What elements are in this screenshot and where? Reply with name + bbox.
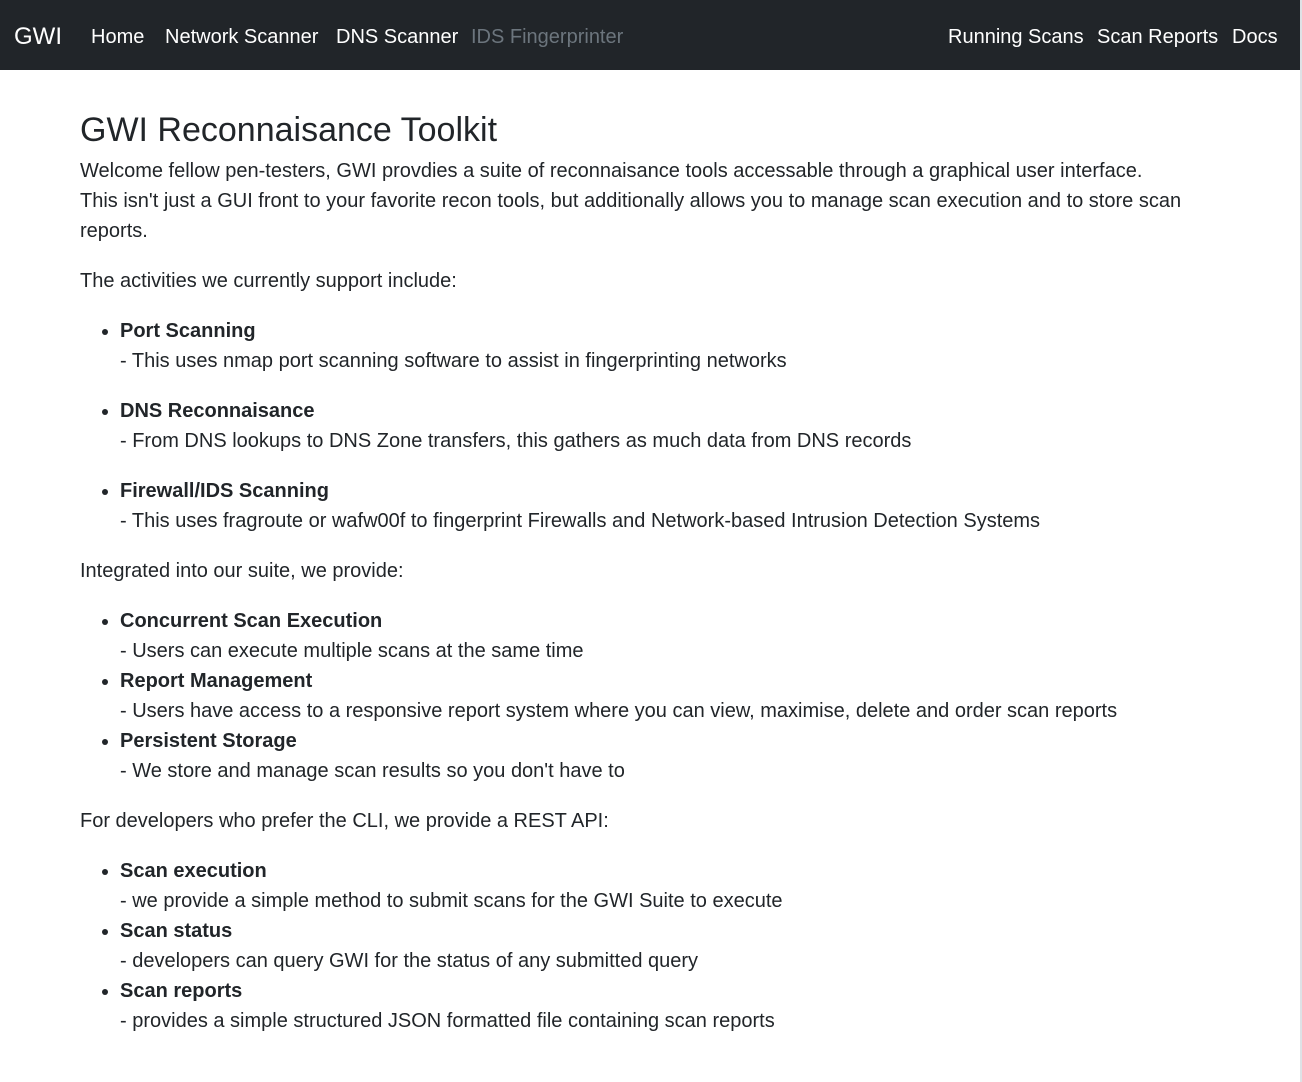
list-item: Concurrent Scan Execution - Users can ex… [120,606,1220,666]
list-item-title: Persistent Storage [120,730,297,752]
list-item-title: Scan execution [120,860,267,882]
list-item-title: Scan reports [120,980,243,1002]
list-item-description: - Users can execute multiple scans at th… [120,640,584,662]
list-item-title: Firewall/IDS Scanning [120,480,329,502]
list-item: DNS Reconnaisance - From DNS lookups to … [120,396,1220,456]
list-item: Port Scanning - This uses nmap port scan… [120,316,1220,376]
list-item-description: - We store and manage scan results so yo… [120,760,625,782]
list-item: Scan reports - provides a simple structu… [120,976,1220,1036]
list-item-title: Report Management [120,670,313,692]
list-item-title: Scan status [120,920,233,942]
intro-text-line-1: Welcome fellow pen-testers, GWI provdies… [80,160,1143,182]
nav-link-ids-fingerprinter: IDS Fingerprinter [471,26,624,48]
integrated-list: Concurrent Scan Execution - Users can ex… [80,606,1220,786]
list-item-description: - This uses fragroute or wafw00f to fing… [120,510,1041,532]
list-item-description: - This uses nmap port scanning software … [120,350,787,372]
nav-link-dns-scanner[interactable]: DNS Scanner [336,24,458,50]
list-item: Persistent Storage - We store and manage… [120,726,1220,786]
list-item-description: - From DNS lookups to DNS Zone transfers… [120,430,912,452]
list-item: Firewall/IDS Scanning - This uses fragro… [120,476,1220,536]
brand-logo-link[interactable]: GWI [14,22,62,52]
list-item-description: - Users have access to a responsive repo… [120,700,1118,722]
list-item-description: - developers can query GWI for the statu… [120,950,699,972]
list-item-title: Port Scanning [120,320,256,342]
activities-list: Port Scanning - This uses nmap port scan… [80,316,1220,536]
list-item-description: - provides a simple structured JSON form… [120,1010,775,1032]
nav-link-home[interactable]: Home [91,24,144,50]
api-list: Scan execution - we provide a simple met… [80,856,1220,1036]
list-item: Scan execution - we provide a simple met… [120,856,1220,916]
nav-link-scan-reports[interactable]: Scan Reports [1097,24,1218,50]
list-item-title: DNS Reconnaisance [120,400,315,422]
activities-heading: The activities we currently support incl… [80,270,457,292]
nav-link-network-scanner[interactable]: Network Scanner [165,24,318,50]
list-item-description: - we provide a simple method to submit s… [120,890,783,912]
page-title: GWI Reconnaisance Toolkit [80,111,498,149]
nav-link-docs[interactable]: Docs [1232,24,1278,50]
list-item-title: Concurrent Scan Execution [120,610,383,632]
integrated-heading: Integrated into our suite, we provide: [80,560,404,582]
navbar: GWI Home Network Scanner DNS Scanner IDS… [0,0,1300,70]
list-item: Report Management - Users have access to… [120,666,1220,726]
api-heading: For developers who prefer the CLI, we pr… [80,810,609,832]
list-item: Scan status - developers can query GWI f… [120,916,1220,976]
main-content: GWI Reconnaisance Toolkit Welcome fellow… [80,108,1220,1056]
intro-text-line-2: This isn't just a GUI front to your favo… [80,190,1182,242]
nav-link-running-scans[interactable]: Running Scans [948,24,1084,50]
